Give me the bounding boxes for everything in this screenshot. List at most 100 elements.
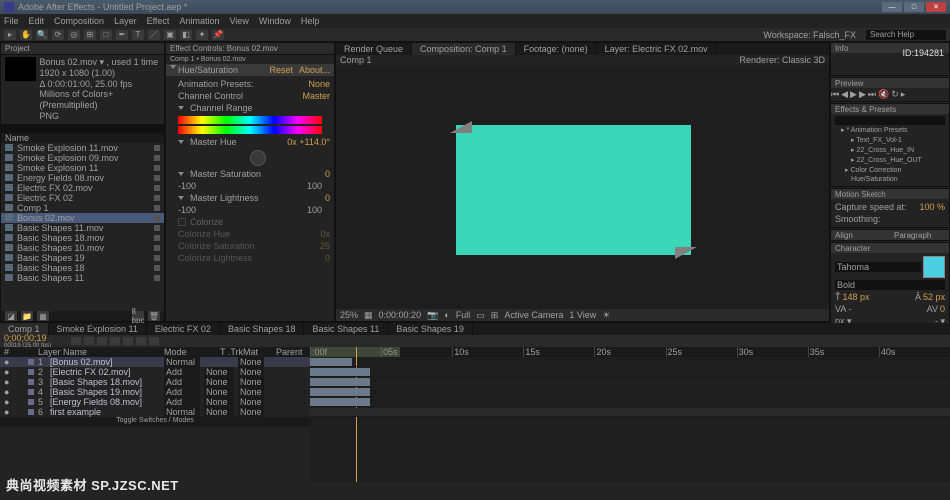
eye-icon[interactable]: ● [4,367,12,377]
viewer-tab-render-queue[interactable]: Render Queue [336,43,412,55]
pen-tool-icon[interactable]: ✒ [116,30,128,40]
timeline-clip[interactable] [310,368,370,376]
label-color-swatch[interactable] [28,369,34,375]
hand-tool-icon[interactable]: ✋ [20,30,32,40]
timeline-clip[interactable] [310,388,370,396]
viewer-channel-icon[interactable]: ◐ [444,310,449,320]
last-frame-icon[interactable]: ⏭ [868,89,876,100]
timeline-tab-4[interactable]: Basic Shapes 11 [304,323,388,335]
maximize-button[interactable]: □ [904,2,924,12]
pan-behind-tool-icon[interactable]: ⊞ [84,30,96,40]
prev-frame-icon[interactable]: ◀ [841,89,848,100]
project-item[interactable]: Basic Shapes 18.mov [1,233,164,243]
label-color-swatch[interactable] [154,265,160,271]
viewer-tab-comp[interactable]: Composition: Comp 1 [412,43,516,55]
menu-file[interactable]: File [4,16,19,26]
ec-master-hue-value[interactable]: 0x +114.0° [287,137,330,147]
toggle-switches-button[interactable]: Toggle Switches / Modes [0,417,310,427]
timeline-layer-row[interactable]: ●4[Basic Shapes 19.mov]AddNoneNone [0,387,310,397]
label-color-swatch[interactable] [154,255,160,261]
work-area-bar[interactable] [310,347,400,357]
timeline-clip[interactable] [310,408,950,416]
menu-window[interactable]: Window [259,16,291,26]
ec-master-sat-value[interactable]: 0 [325,169,330,179]
viewer-exposure-icon[interactable]: ☀ [602,310,610,321]
roto-tool-icon[interactable]: ✦ [196,30,208,40]
font-style-input[interactable]: Bold [835,280,945,290]
ec-anim-presets-value[interactable]: None [308,79,330,89]
next-frame-icon[interactable]: ▶ [859,89,866,100]
leading-value[interactable]: 52 px [923,292,945,302]
ec-about-link[interactable]: About... [299,65,330,75]
tl-graph-icon[interactable] [136,337,146,345]
tl-shy-icon[interactable] [97,337,107,345]
timeline-clip[interactable] [310,398,370,406]
paragraph-tab[interactable]: Paragraph [890,230,949,240]
effects-presets-tab[interactable]: Effects & Presets [831,104,949,114]
label-color-swatch[interactable] [28,379,34,385]
kerning-value[interactable]: - [848,304,851,314]
new-comp-icon[interactable]: ▦ [37,311,49,321]
ec-reset-link[interactable]: Reset [269,65,293,75]
parent-dropdown[interactable]: None [238,367,264,377]
tl-search-icon[interactable] [71,337,81,345]
trkmat-dropdown[interactable]: None [204,367,234,377]
project-search-input[interactable] [1,124,164,133]
channel-range-gradient[interactable] [178,116,322,124]
viewer-views[interactable]: 1 View [569,310,596,320]
project-item[interactable]: Energy Fields 08.mov [1,173,164,183]
project-item[interactable]: Basic Shapes 11.mov [1,223,164,233]
viewer-tab-layer[interactable]: Layer: Electric FX 02.mov [597,43,717,55]
viewer-camera[interactable]: Active Camera [504,310,563,320]
effects-preset-item[interactable]: Hue/Saturation [835,175,945,184]
first-frame-icon[interactable]: ⏮ [831,89,839,100]
ec-channel-control-value[interactable]: Master [302,91,330,101]
timeline-track[interactable] [310,357,950,367]
viewer-grid-icon[interactable]: ⊞ [491,310,499,321]
viewer-res[interactable]: Full [456,310,471,320]
disclosure-icon[interactable] [178,196,184,200]
effect-controls-tab[interactable]: Effect Controls: Bonus 02.mov [166,43,334,55]
new-folder-icon[interactable]: 📁 [21,311,33,321]
label-color-swatch[interactable] [154,275,160,281]
timeline-layer-row[interactable]: ●1[Bonus 02.mov]NormalNone [0,357,310,367]
disclosure-icon[interactable] [178,140,184,144]
timeline-tracks[interactable]: :00f05s10s15s20s25s30s35s40s [310,347,950,482]
shape-tool-icon[interactable]: □ [100,30,112,40]
channel-range-gradient-2[interactable] [178,126,322,134]
project-item[interactable]: Comp 1 [1,203,164,213]
selection-tool-icon[interactable]: ▸ [4,30,16,40]
trash-icon[interactable]: 🗑 [148,311,160,321]
viewer-renderer[interactable]: Renderer: Classic 3D [739,55,825,65]
effects-preset-item[interactable]: ▸ 22_Cross_Hue_OUT [835,155,945,165]
viewer-res-icon[interactable]: ▦ [364,310,373,321]
viewer-time[interactable]: 0:00:00:20 [379,310,422,320]
label-color-swatch[interactable] [28,399,34,405]
eraser-tool-icon[interactable]: ◧ [180,30,192,40]
label-color-swatch[interactable] [154,195,160,201]
trkmat-dropdown[interactable]: None [204,387,234,397]
project-item[interactable]: Basic Shapes 19 [1,253,164,263]
timeline-track[interactable] [310,407,950,417]
font-size-value[interactable]: 148 px [843,292,870,302]
puppet-tool-icon[interactable]: 📌 [212,30,224,40]
search-help-input[interactable]: Search Help [866,30,946,40]
disclosure-icon[interactable] [178,172,184,176]
effects-preset-item[interactable]: ▸ * Animation Presets [835,125,945,135]
eye-icon[interactable]: ● [4,387,12,397]
brush-tool-icon[interactable]: ／ [148,30,160,40]
menu-layer[interactable]: Layer [114,16,137,26]
hue-dial[interactable] [250,150,266,166]
disclosure-icon[interactable] [178,106,184,110]
parent-dropdown[interactable]: None [238,397,264,407]
timeline-layer-row[interactable]: ●3[Basic Shapes 18.mov]AddNoneNone [0,377,310,387]
project-item[interactable]: Bonus 02.mov [1,213,164,223]
timeline-track[interactable] [310,387,950,397]
trkmat-dropdown[interactable]: None [204,397,234,407]
viewer-tab-footage[interactable]: Footage: (none) [516,43,597,55]
timeline-ruler[interactable]: :00f05s10s15s20s25s30s35s40s [310,347,950,357]
label-color-swatch[interactable] [154,235,160,241]
col-layer[interactable]: Layer Name [38,347,148,357]
motion-sketch-tab[interactable]: Motion Sketch [831,189,949,199]
timeline-tab-1[interactable]: Smoke Explosion 11 [49,323,147,335]
